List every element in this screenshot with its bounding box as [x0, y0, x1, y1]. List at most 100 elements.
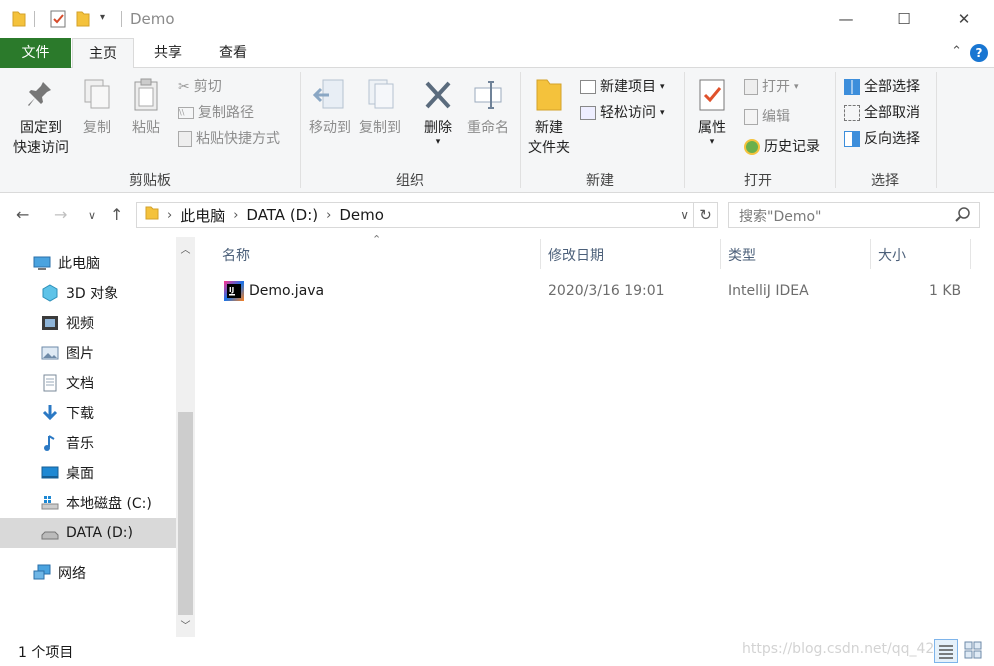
collapse-ribbon-icon[interactable]: ⌃	[951, 44, 962, 59]
search-icon[interactable]	[955, 207, 971, 227]
open-button[interactable]: 打开 ▾	[744, 76, 799, 98]
select-all-button[interactable]: 全部选择	[844, 76, 920, 98]
tab-view[interactable]: 查看	[202, 38, 264, 68]
tab-share[interactable]: 共享	[138, 38, 198, 68]
nav-item-pictures[interactable]: 图片	[0, 338, 176, 368]
file-list: ⌃ 名称 修改日期 类型 大小 IJ Demo.java 2020/3/16 1…	[196, 233, 994, 637]
group-label-new: 新建	[586, 173, 614, 189]
address-bar[interactable]: › 此电脑 › DATA (D:) › Demo ∨	[136, 202, 694, 228]
properties-dropdown-icon[interactable]: ▾	[690, 138, 734, 147]
breadcrumb-separator-icon[interactable]: ›	[167, 208, 172, 223]
address-row: ← → ∨ ↑ › 此电脑 › DATA (D:) › Demo ∨ ↻ 搜索"…	[0, 193, 994, 237]
navigation-pane: 此电脑 3D 对象 视频 图片 文档 下载 音乐 桌面 本地磁盘 (C:) DA…	[0, 237, 176, 637]
rename-button[interactable]: 重命名	[464, 78, 512, 138]
search-input[interactable]: 搜索"Demo"	[728, 202, 980, 228]
copy-to-button[interactable]: 复制到	[356, 78, 404, 138]
scroll-up-icon[interactable]: ︿	[176, 241, 195, 256]
tab-home[interactable]: 主页	[72, 38, 134, 69]
properties-button[interactable]: 属性 ▾	[690, 78, 734, 147]
breadcrumb-separator-icon[interactable]: ›	[326, 208, 331, 223]
pictures-icon	[40, 343, 60, 363]
new-folder-icon	[536, 79, 562, 111]
minimize-button[interactable]: —	[816, 0, 876, 38]
refresh-icon[interactable]: ↻	[694, 202, 718, 228]
folder-icon	[145, 205, 159, 225]
column-header-type[interactable]: 类型	[728, 245, 756, 265]
select-none-button[interactable]: 全部取消	[844, 102, 920, 124]
videos-icon	[40, 313, 60, 333]
maximize-button[interactable]: ☐	[874, 0, 934, 38]
column-header-modified[interactable]: 修改日期	[548, 245, 604, 265]
edit-button[interactable]: 编辑	[744, 106, 790, 128]
title-bar: ▾ Demo — ☐ ✕	[0, 0, 994, 38]
copy-path-button[interactable]: \\ 复制路径	[178, 102, 254, 124]
new-folder-button[interactable]: 新建 文件夹	[524, 78, 574, 158]
delete-x-icon	[425, 81, 451, 109]
group-label-organize: 组织	[396, 173, 424, 189]
move-to-button[interactable]: 移动到	[306, 78, 354, 138]
nav-item-downloads[interactable]: 下载	[0, 398, 176, 428]
address-dropdown-icon[interactable]: ∨	[680, 208, 689, 222]
group-label-clipboard: 剪贴板	[129, 173, 171, 189]
recent-locations-chevron-icon[interactable]: ∨	[88, 209, 96, 222]
paste-icon	[134, 78, 158, 111]
scroll-down-icon[interactable]: ﹀	[176, 617, 195, 632]
nav-pane-scrollbar[interactable]: ︿ ﹀	[176, 237, 195, 637]
folder-icon	[12, 10, 26, 32]
file-type: IntelliJ IDEA	[728, 283, 809, 299]
breadcrumb-data-drive[interactable]: DATA (D:)	[246, 206, 318, 224]
invert-selection-button[interactable]: 反向选择	[844, 128, 920, 150]
file-modified: 2020/3/16 19:01	[548, 283, 665, 299]
properties-icon	[699, 79, 725, 111]
details-view-icon[interactable]	[934, 639, 958, 663]
window-title: Demo	[130, 10, 175, 28]
3d-objects-icon	[40, 283, 60, 303]
cut-button[interactable]: ✂ 剪切	[178, 76, 222, 98]
history-icon	[744, 139, 760, 155]
nav-item-local-disk-c[interactable]: 本地磁盘 (C:)	[0, 488, 176, 518]
breadcrumb-this-pc[interactable]: 此电脑	[180, 205, 225, 226]
downloads-icon	[40, 403, 60, 423]
nav-item-documents[interactable]: 文档	[0, 368, 176, 398]
back-arrow-icon[interactable]: ←	[16, 205, 29, 224]
copy-path-icon: \\	[178, 107, 194, 119]
delete-dropdown-icon[interactable]: ▾	[418, 138, 458, 147]
nav-item-this-pc[interactable]: 此电脑	[0, 248, 176, 278]
breadcrumb-separator-icon[interactable]: ›	[233, 208, 238, 223]
music-icon	[40, 433, 60, 453]
paste-button[interactable]: 粘贴	[126, 78, 166, 138]
new-folder-quick-icon[interactable]	[76, 10, 90, 32]
forward-arrow-icon[interactable]: →	[54, 205, 67, 224]
up-arrow-icon[interactable]: ↑	[110, 205, 123, 224]
nav-item-music[interactable]: 音乐	[0, 428, 176, 458]
status-bar: 1 个项目 https://blog.csdn.net/qq_42...	[0, 637, 994, 666]
invert-selection-icon	[844, 131, 860, 147]
nav-item-network[interactable]: 网络	[0, 558, 176, 588]
help-icon[interactable]: ?	[970, 44, 988, 62]
column-header-size[interactable]: 大小	[878, 245, 906, 265]
nav-item-3d-objects[interactable]: 3D 对象	[0, 278, 176, 308]
scrollbar-thumb[interactable]	[178, 412, 193, 615]
drive-icon	[40, 523, 60, 543]
nav-item-desktop[interactable]: 桌面	[0, 458, 176, 488]
breadcrumb-demo[interactable]: Demo	[339, 206, 384, 224]
tab-file[interactable]: 文件	[0, 38, 71, 68]
new-item-button[interactable]: 新建项目 ▾	[580, 76, 665, 98]
history-button[interactable]: 历史记录	[744, 136, 820, 158]
customize-quick-access-icon[interactable]: ▾	[100, 12, 105, 23]
delete-button[interactable]: 删除 ▾	[418, 78, 458, 147]
pin-to-quick-access-button[interactable]: 固定到 快速访问	[6, 78, 76, 158]
rename-icon	[474, 81, 502, 109]
nav-item-videos[interactable]: 视频	[0, 308, 176, 338]
pc-icon	[32, 253, 52, 273]
nav-item-data-drive[interactable]: DATA (D:)	[0, 518, 176, 548]
copy-to-icon	[368, 79, 394, 109]
easy-access-button[interactable]: 轻松访问 ▾	[580, 102, 665, 124]
paste-shortcut-button[interactable]: 粘贴快捷方式	[178, 128, 280, 150]
properties-quick-icon[interactable]	[50, 10, 66, 32]
column-header-name[interactable]: 名称	[222, 245, 250, 265]
copy-button[interactable]: 复制	[78, 78, 116, 138]
close-button[interactable]: ✕	[934, 0, 994, 38]
pin-icon	[28, 82, 51, 106]
large-icons-view-icon[interactable]	[962, 639, 986, 663]
